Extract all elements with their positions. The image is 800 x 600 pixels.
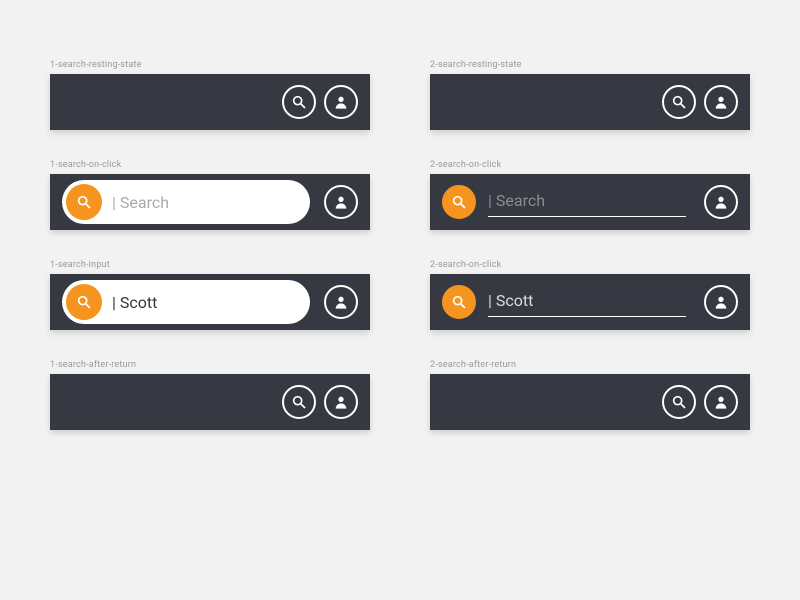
search-icon xyxy=(76,194,92,210)
toolbar xyxy=(50,74,370,130)
variant-1-after: 1-search-after-return xyxy=(50,360,370,430)
search-button[interactable] xyxy=(662,385,696,419)
user-icon xyxy=(713,294,729,310)
search-button[interactable] xyxy=(282,85,316,119)
profile-button[interactable] xyxy=(324,285,358,319)
variant-2-click: 2-search-on-click | Search xyxy=(430,160,750,230)
variant-1-resting: 1-search-resting-state xyxy=(50,60,370,130)
search-button-active[interactable] xyxy=(442,185,476,219)
variant-1-input: 1-search-input | Scott xyxy=(50,260,370,330)
state-label: 1-search-on-click xyxy=(50,160,370,170)
variant-2-after: 2-search-after-return xyxy=(430,360,750,430)
search-icon xyxy=(291,94,307,110)
search-input[interactable]: | Search xyxy=(442,185,686,219)
search-button-active[interactable] xyxy=(66,284,102,320)
search-icon xyxy=(671,94,687,110)
state-label: 2-search-on-click xyxy=(430,260,750,270)
state-label: 1-search-resting-state xyxy=(50,60,370,70)
search-icon xyxy=(291,394,307,410)
search-value: | Scott xyxy=(488,291,533,310)
search-button[interactable] xyxy=(662,85,696,119)
user-icon xyxy=(713,394,729,410)
user-icon xyxy=(713,194,729,210)
variant-2-resting: 2-search-resting-state xyxy=(430,60,750,130)
search-icon xyxy=(76,294,92,310)
variant-1-click: 1-search-on-click | Search xyxy=(50,160,370,230)
search-icon xyxy=(451,294,467,310)
profile-button[interactable] xyxy=(704,85,738,119)
variant-2-input: 2-search-on-click | Scott xyxy=(430,260,750,330)
search-input[interactable]: | Search xyxy=(62,180,310,224)
toolbar xyxy=(430,374,750,430)
search-button-active[interactable] xyxy=(66,184,102,220)
search-value: | Scott xyxy=(112,293,157,312)
search-placeholder: | Search xyxy=(488,191,545,210)
state-label: 1-search-input xyxy=(50,260,370,270)
user-icon xyxy=(333,94,349,110)
state-label: 2-search-resting-state xyxy=(430,60,750,70)
state-label: 2-search-on-click xyxy=(430,160,750,170)
search-button[interactable] xyxy=(282,385,316,419)
state-label: 2-search-after-return xyxy=(430,360,750,370)
profile-button[interactable] xyxy=(324,385,358,419)
search-icon xyxy=(671,394,687,410)
user-icon xyxy=(333,394,349,410)
search-placeholder: | Search xyxy=(112,193,169,212)
profile-button[interactable] xyxy=(324,85,358,119)
user-icon xyxy=(333,194,349,210)
profile-button[interactable] xyxy=(704,285,738,319)
toolbar: | Scott xyxy=(50,274,370,330)
profile-button[interactable] xyxy=(704,185,738,219)
search-underline: | Search xyxy=(488,187,686,217)
search-button-active[interactable] xyxy=(442,285,476,319)
profile-button[interactable] xyxy=(324,185,358,219)
toolbar xyxy=(430,74,750,130)
user-icon xyxy=(713,94,729,110)
toolbar: | Search xyxy=(50,174,370,230)
user-icon xyxy=(333,294,349,310)
search-icon xyxy=(451,194,467,210)
profile-button[interactable] xyxy=(704,385,738,419)
toolbar xyxy=(50,374,370,430)
search-input[interactable]: | Scott xyxy=(442,285,686,319)
state-label: 1-search-after-return xyxy=(50,360,370,370)
toolbar: | Scott xyxy=(430,274,750,330)
search-input[interactable]: | Scott xyxy=(62,280,310,324)
search-underline: | Scott xyxy=(488,287,686,317)
toolbar: | Search xyxy=(430,174,750,230)
states-grid: 1-search-resting-state 2-search-resting-… xyxy=(50,60,750,430)
